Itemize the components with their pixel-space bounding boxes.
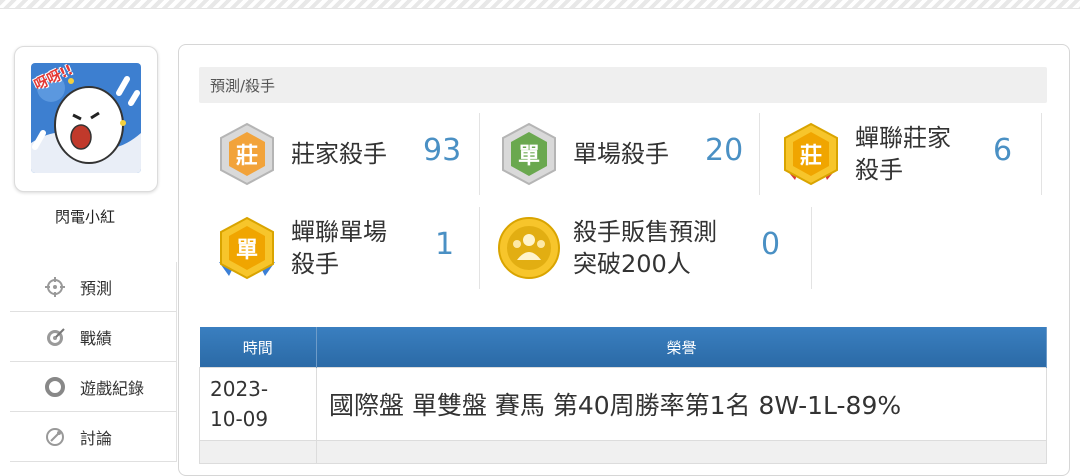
stat-consecutive-single-killer[interactable]: 單 蟬聯單場 殺手 1: [213, 207, 480, 289]
stat-label: 單場殺手: [573, 140, 669, 168]
svg-text:莊: 莊: [236, 144, 258, 169]
svg-text:莊: 莊: [800, 144, 822, 169]
stat-value: 1: [435, 227, 455, 262]
stat-value: 20: [705, 133, 744, 168]
table-header-time: 時間: [199, 327, 317, 368]
chat-icon: [44, 426, 66, 448]
sidebar-item-discussion[interactable]: 討論: [10, 412, 176, 462]
avatar-card[interactable]: 呀呀!!: [14, 46, 158, 192]
username: 閃電小紅: [54, 208, 115, 226]
table-header-honor: 榮譽: [316, 327, 1047, 368]
sidebar-item-label: 預測: [80, 278, 113, 298]
stat-label: 莊家殺手: [291, 140, 387, 168]
table-row[interactable]: 2023- 10-09 國際盤 單雙盤 賽馬 第40周勝率第1名 8W-1L-8…: [199, 367, 1047, 441]
table-cell-empty: [199, 440, 317, 464]
sidebar-item-label: 遊戲紀錄: [80, 378, 145, 398]
killer-panel: 預測/殺手 莊 莊家殺手 93 單 單場殺手 20 莊 蟬聯莊家 殺手 6 單 …: [178, 44, 1070, 476]
honor-table: 時間 榮譽 2023- 10-09 國際盤 單雙盤 賽馬 第40周勝率第1名 8…: [199, 327, 1047, 464]
people-medal-icon: [498, 217, 560, 279]
stat-label: 蟬聯莊家 殺手: [855, 124, 951, 184]
svg-text:單: 單: [518, 144, 540, 169]
svg-text:單: 單: [236, 238, 258, 263]
table-cell-time: 2023- 10-09: [199, 367, 317, 441]
stat-consecutive-banker-killer[interactable]: 莊 蟬聯莊家 殺手 6: [777, 113, 1042, 195]
breadcrumb: 預測/殺手: [199, 67, 1047, 103]
table-row: [199, 440, 1047, 464]
circle-icon: [44, 376, 66, 398]
target-icon: [44, 326, 66, 348]
banker-medal-icon: 莊: [220, 122, 274, 186]
table-cell-empty: [316, 440, 1047, 464]
avatar[interactable]: 呀呀!!: [31, 63, 141, 173]
top-decorative-edge: [0, 0, 1080, 9]
sidebar-item-record[interactable]: 戰績: [10, 312, 176, 362]
single-medal-icon: 單: [502, 122, 556, 186]
stat-value: 0: [761, 227, 781, 262]
stat-single-killer[interactable]: 單 單場殺手 20: [495, 113, 760, 195]
stat-label: 殺手販售預測 突破200人: [573, 218, 717, 278]
gold-single-medal-icon: 單: [219, 216, 275, 280]
sidebar-menu: 預測 戰績 遊戲紀錄 討論: [10, 262, 177, 462]
sidebar-item-label: 戰績: [80, 328, 113, 348]
crosshair-icon: [44, 276, 66, 298]
gold-banker-medal-icon: 莊: [784, 122, 838, 186]
sidebar-item-game-log[interactable]: 遊戲紀錄: [10, 362, 176, 412]
sidebar-item-predict[interactable]: 預測: [10, 262, 176, 312]
stat-label: 蟬聯單場 殺手: [291, 218, 387, 278]
sidebar-item-label: 討論: [80, 428, 113, 448]
stat-banker-killer[interactable]: 莊 莊家殺手 93: [213, 113, 480, 195]
stat-value: 6: [993, 133, 1013, 168]
table-cell-honor: 國際盤 單雙盤 賽馬 第40周勝率第1名 8W-1L-89%: [316, 367, 1047, 441]
stat-value: 93: [423, 133, 462, 168]
stat-sales-over-200[interactable]: 殺手販售預測 突破200人 0: [495, 207, 812, 289]
